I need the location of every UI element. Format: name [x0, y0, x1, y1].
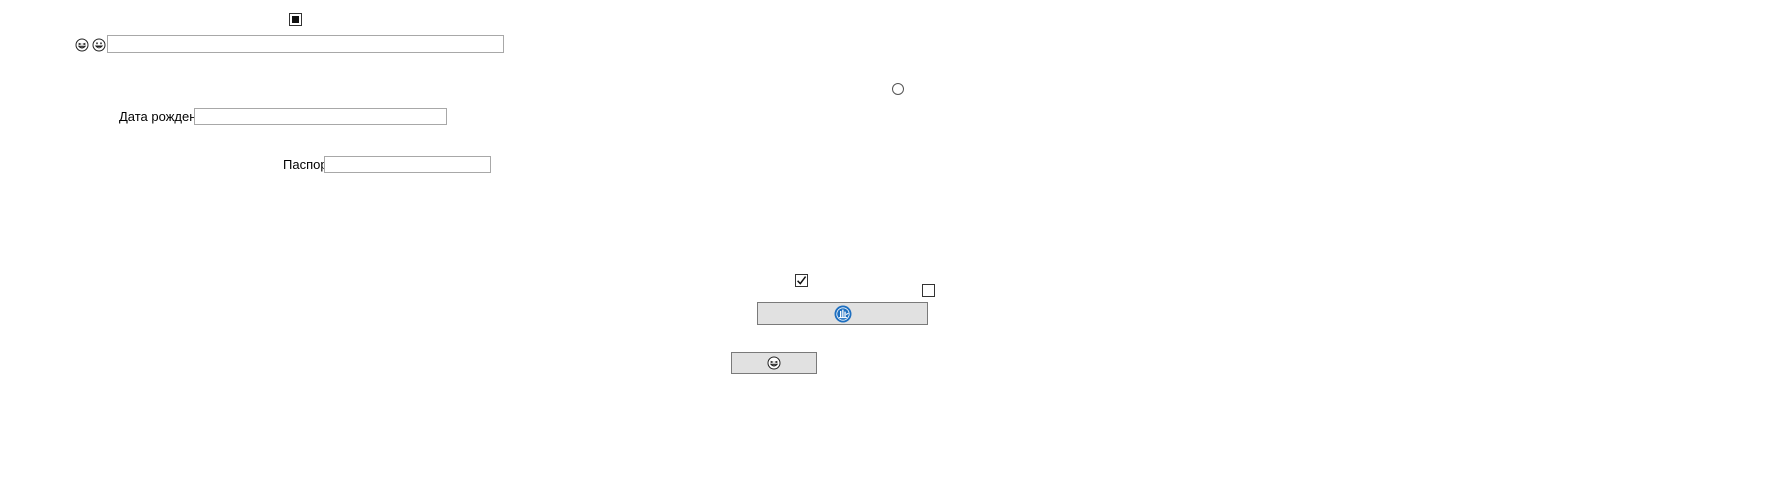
birth-date-field[interactable] — [194, 108, 447, 125]
grinning-squint-face-icon[interactable] — [75, 38, 89, 52]
radio-button[interactable] — [892, 83, 904, 95]
top-checkbox[interactable] — [289, 13, 302, 26]
grinning-face-icon[interactable] — [92, 38, 106, 52]
badge-button[interactable] — [757, 302, 928, 325]
window-content: Дата рождения Паспорт — [0, 0, 1774, 478]
top-text-field[interactable] — [107, 35, 504, 53]
passport-field[interactable] — [324, 156, 491, 173]
blue-badge-icon — [834, 305, 852, 323]
checkbox-a[interactable] — [795, 274, 808, 287]
emoji-button[interactable] — [731, 352, 817, 374]
checkbox-b[interactable] — [922, 284, 935, 297]
grinning-squint-face-icon — [767, 356, 781, 370]
checkmark-icon — [797, 276, 807, 285]
indeterminate-mark-icon — [292, 16, 299, 23]
